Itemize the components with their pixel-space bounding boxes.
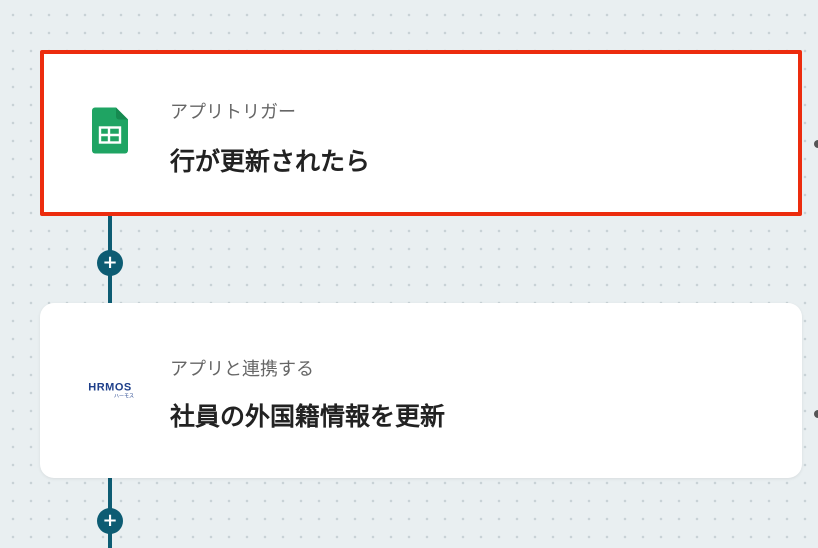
hrmos-logo: HRMOS ハーモス	[84, 381, 136, 400]
connection-handle[interactable]	[814, 140, 818, 148]
step-title: 社員の外国籍情報を更新	[170, 402, 446, 431]
connection-handle[interactable]	[814, 410, 818, 418]
add-step-button[interactable]: +	[97, 508, 123, 534]
trigger-step-card[interactable]: アプリトリガー 行が更新されたら	[40, 50, 802, 216]
add-step-button[interactable]: +	[97, 250, 123, 276]
hrmos-logo-subtext: ハーモス	[113, 393, 134, 399]
action-step-card[interactable]: HRMOS ハーモス アプリと連携する 社員の外国籍情報を更新	[40, 303, 802, 478]
google-sheets-icon	[92, 107, 128, 159]
step-type-label: アプリと連携する	[170, 359, 314, 380]
step-title: 行が更新されたら	[170, 147, 371, 176]
hrmos-logo-text: HRMOS	[88, 381, 132, 393]
step-type-label: アプリトリガー	[170, 102, 296, 123]
